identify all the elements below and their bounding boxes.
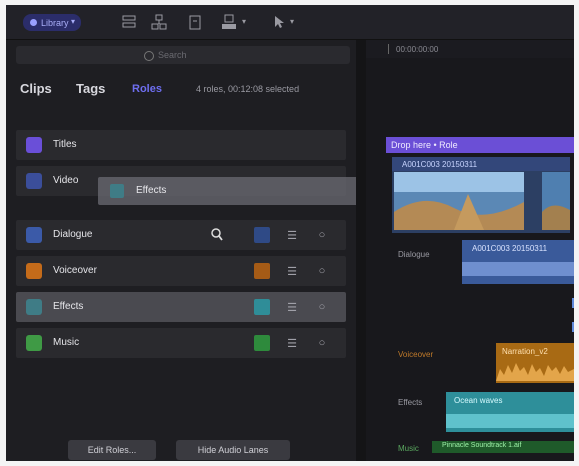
search-field[interactable]: Search — [16, 46, 350, 64]
hierarchy-icon[interactable] — [150, 13, 168, 31]
browser-tabs: Clips Tags Roles 4 roles, 00:12:08 selec… — [6, 72, 356, 102]
drag-label: Effects — [136, 185, 167, 196]
effects-track-label: Effects — [398, 398, 423, 407]
ruler-tick — [388, 44, 389, 54]
effects-role-icon — [110, 184, 124, 198]
voiceover-role-icon — [26, 263, 42, 279]
role-focus-toggle[interactable] — [254, 299, 270, 315]
dragged-role-ghost[interactable]: Effects — [98, 177, 398, 205]
effects-clip[interactable]: Ocean waves — [446, 392, 574, 432]
clip-edge-marker — [572, 322, 574, 332]
toolbar: Library ▾ ▾ ▾ — [6, 5, 574, 40]
role-label: Effects — [53, 301, 84, 312]
role-focus-toggle[interactable] — [254, 335, 270, 351]
timeline-ruler[interactable]: 00:00:00:00 — [366, 40, 574, 58]
role-row-dialogue[interactable]: Dialogue ☰ ○ — [16, 220, 346, 250]
search-placeholder: Search — [158, 50, 187, 60]
app-window: Library ▾ ▾ ▾ Search Clips Tags Roles 4 … — [6, 5, 574, 461]
selection-status: 4 roles, 00:12:08 selected — [196, 84, 300, 94]
drag-cursor-icon — [211, 228, 223, 241]
role-label: Voiceover — [53, 265, 97, 276]
video-clip[interactable]: A001C003 20150311 — [392, 157, 570, 233]
waveform — [496, 363, 574, 381]
tab-roles[interactable]: Roles — [132, 83, 162, 95]
lanes-icon[interactable]: ☰ — [284, 263, 300, 279]
grid-view-icon[interactable] — [120, 13, 138, 31]
search-icon — [144, 51, 154, 61]
drop-zone[interactable]: Drop here • Role — [386, 137, 574, 153]
role-row-music[interactable]: Music ☰ ○ — [16, 328, 346, 358]
voiceover-clip[interactable]: Narration_v2 — [496, 343, 574, 383]
edit-roles-button[interactable]: Edit Roles... — [68, 440, 156, 460]
role-row-effects[interactable]: Effects ☰ ○ — [16, 292, 346, 322]
hide-audio-lanes-button[interactable]: Hide Audio Lanes — [176, 440, 290, 460]
library-button[interactable]: Library ▾ — [23, 14, 81, 31]
timeline: 00:00:00:00 Drop here • Role A001C003 20… — [366, 40, 574, 461]
role-label: Titles — [53, 139, 77, 150]
visibility-icon[interactable]: ○ — [314, 299, 330, 315]
lanes-icon[interactable]: ☰ — [284, 227, 300, 243]
visibility-icon[interactable]: ○ — [314, 227, 330, 243]
lanes-icon[interactable]: ☰ — [284, 299, 300, 315]
dialogue-role-icon — [26, 227, 42, 243]
tab-clips[interactable]: Clips — [20, 81, 52, 96]
visibility-icon[interactable]: ○ — [314, 263, 330, 279]
lanes-icon[interactable]: ☰ — [284, 335, 300, 351]
chevron-down-icon[interactable]: ▾ — [290, 17, 294, 26]
chevron-down-icon[interactable]: ▾ — [242, 17, 246, 26]
voiceover-track-label: Voiceover — [398, 350, 434, 359]
effects-role-icon — [26, 299, 42, 315]
clip-thumbnail — [394, 172, 524, 230]
role-label: Music — [53, 337, 80, 348]
roles-browser: Search Clips Tags Roles 4 roles, 00:12:0… — [6, 40, 356, 461]
role-row-voiceover[interactable]: Voiceover ☰ ○ — [16, 256, 346, 286]
clip-title: Narration_v2 — [502, 347, 548, 356]
pointer-tool-icon[interactable] — [270, 13, 288, 31]
person-icon[interactable] — [220, 13, 238, 31]
dialogue-track-label: Dialogue — [398, 250, 430, 259]
role-label: Dialogue — [53, 229, 93, 240]
music-clip[interactable]: Pinnacle Soundtrack 1.aif — [432, 441, 574, 453]
waveform — [446, 414, 574, 428]
clip-edge-marker — [572, 298, 574, 308]
clip-header: A001C003 20150311 — [392, 157, 570, 171]
drop-zone-label: Drop here • Role — [391, 140, 458, 150]
chevron-down-icon: ▾ — [70, 17, 75, 26]
role-focus-toggle[interactable] — [254, 263, 270, 279]
dialogue-clip[interactable]: A001C003 20150311 — [462, 240, 574, 284]
music-role-icon — [26, 335, 42, 351]
role-focus-toggle[interactable] — [254, 227, 270, 243]
clip-title: Ocean waves — [454, 396, 503, 405]
pane-divider[interactable] — [356, 40, 366, 461]
video-role-icon — [26, 173, 42, 189]
role-row-titles[interactable]: Titles — [16, 130, 346, 160]
tab-tags[interactable]: Tags — [76, 81, 105, 96]
music-track-label: Music — [398, 444, 419, 453]
waveform — [462, 262, 574, 276]
ruler-timecode: 00:00:00:00 — [396, 45, 439, 54]
clip-title: A001C003 20150311 — [402, 160, 478, 169]
titles-role-icon — [26, 137, 42, 153]
clip-thumbnail — [542, 172, 570, 230]
clip-title: Pinnacle Soundtrack 1.aif — [442, 442, 522, 449]
clipboard-icon[interactable] — [186, 13, 204, 31]
pin-icon — [30, 19, 37, 26]
visibility-icon[interactable]: ○ — [314, 335, 330, 351]
library-label: Library — [41, 17, 69, 28]
role-label: Video — [53, 175, 79, 186]
clip-title: A001C003 20150311 — [472, 244, 548, 253]
